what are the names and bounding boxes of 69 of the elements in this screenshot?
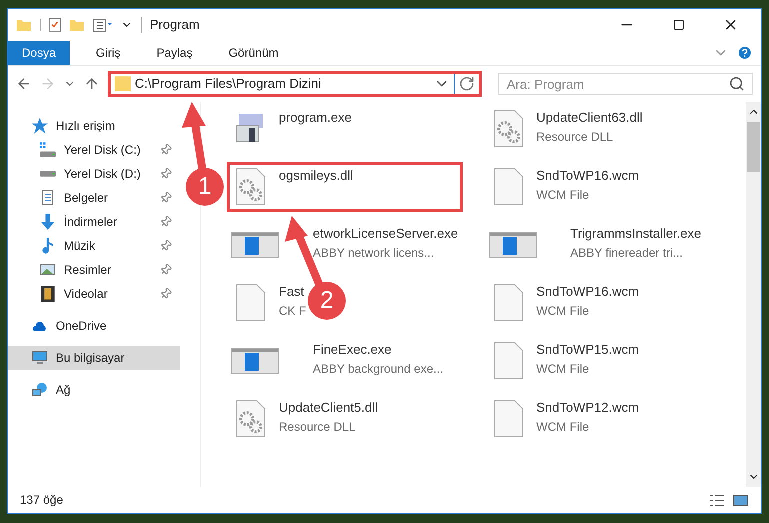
file-type: Resource DLL <box>536 128 614 146</box>
window-file-icon <box>488 232 536 258</box>
file-type: ABBY network licens... <box>313 244 436 262</box>
file-name[interactable]: SndToWP16.wcm <box>536 282 640 302</box>
download-icon <box>40 214 56 230</box>
up-icon[interactable] <box>84 76 100 92</box>
folder-icon <box>115 76 131 92</box>
file-type: WCM File <box>536 418 590 436</box>
sidebar-item[interactable]: Ağ <box>8 378 180 402</box>
drive-icon <box>40 142 56 158</box>
ribbon-tab[interactable]: Giriş <box>82 41 135 65</box>
file-name[interactable]: FineExec.exe <box>313 340 444 360</box>
file-name[interactable]: ogsmileys.dll <box>279 166 354 186</box>
help-icon[interactable] <box>737 45 753 61</box>
file-type: CK F <box>279 302 306 320</box>
file-type: ABBY finereader tri... <box>570 244 684 262</box>
ribbon-tab[interactable]: Dosya <box>8 41 70 65</box>
file-name[interactable]: etworkLicenseServer.exe <box>313 224 458 244</box>
file-type: Resource DLL <box>279 418 357 436</box>
sidebar-item[interactable]: Yerel Disk (C:) <box>8 138 176 162</box>
ribbon-tab[interactable]: Görünüm <box>214 41 293 65</box>
file-type: WCM File <box>536 186 590 204</box>
film-icon <box>40 286 56 302</box>
search-field[interactable]: Ara: Program <box>498 73 753 95</box>
computer-icon <box>32 350 48 366</box>
pictures-icon <box>40 262 56 278</box>
details-view-icon[interactable] <box>709 494 725 506</box>
file-name[interactable]: UpdateClient63.dll <box>536 108 643 128</box>
refresh-icon[interactable] <box>459 76 475 92</box>
document-icon <box>40 190 56 206</box>
address-field[interactable]: C:\Program Files\Program Dizini <box>108 71 482 97</box>
file-name[interactable]: Fast <box>279 282 306 302</box>
address-path: C:\Program Files\Program Dizini <box>135 75 322 94</box>
sidebar-item[interactable]: Videolar <box>8 282 176 306</box>
window-title: Program <box>150 16 200 34</box>
file-type: WCM File <box>536 360 590 378</box>
checklist-icon[interactable] <box>49 18 61 32</box>
file-type: ABBY background exe... <box>313 360 444 378</box>
music-note-icon <box>40 238 56 254</box>
window-file-icon <box>231 348 279 374</box>
sidebar-item[interactable]: OneDrive <box>8 314 180 338</box>
scroll-thumb[interactable] <box>747 122 760 172</box>
network-icon <box>32 382 48 398</box>
sidebar-item[interactable]: Belgeler <box>8 186 176 210</box>
cloud-icon <box>32 322 48 330</box>
sidebar-item[interactable]: Hızlı erişim <box>8 114 180 138</box>
file-name[interactable]: SndToWP16.wcm <box>536 166 640 186</box>
large-icons-view-icon[interactable] <box>733 494 749 506</box>
sidebar-item[interactable]: Yerel Disk (D:) <box>8 162 176 186</box>
properties-icon[interactable] <box>93 18 113 32</box>
scrollbar[interactable] <box>746 102 761 487</box>
file-name[interactable]: TrigrammsInstaller.exe <box>570 224 702 244</box>
file-name[interactable]: program.exe <box>279 108 352 128</box>
search-icon <box>729 76 745 92</box>
ribbon-tab[interactable]: Paylaş <box>142 41 207 65</box>
drive-icon <box>40 171 56 177</box>
maximize-icon[interactable] <box>673 19 685 31</box>
back-icon[interactable] <box>16 76 32 92</box>
item-count: 137 öğe <box>20 492 64 509</box>
file-name[interactable]: SndToWP15.wcm <box>536 340 640 360</box>
sidebar-item[interactable]: İndirmeler <box>8 210 176 234</box>
sidebar-item[interactable]: Müzik <box>8 234 176 258</box>
file-name[interactable]: UpdateClient5.dll <box>279 398 378 418</box>
file-type: WCM File <box>536 302 590 320</box>
window-file-icon <box>231 232 279 258</box>
file-name[interactable]: SndToWP12.wcm <box>536 398 640 418</box>
sidebar-item[interactable]: Bu bilgisayar <box>8 346 180 370</box>
star-icon <box>32 118 48 134</box>
sidebar-item[interactable]: Resimler <box>8 258 176 282</box>
